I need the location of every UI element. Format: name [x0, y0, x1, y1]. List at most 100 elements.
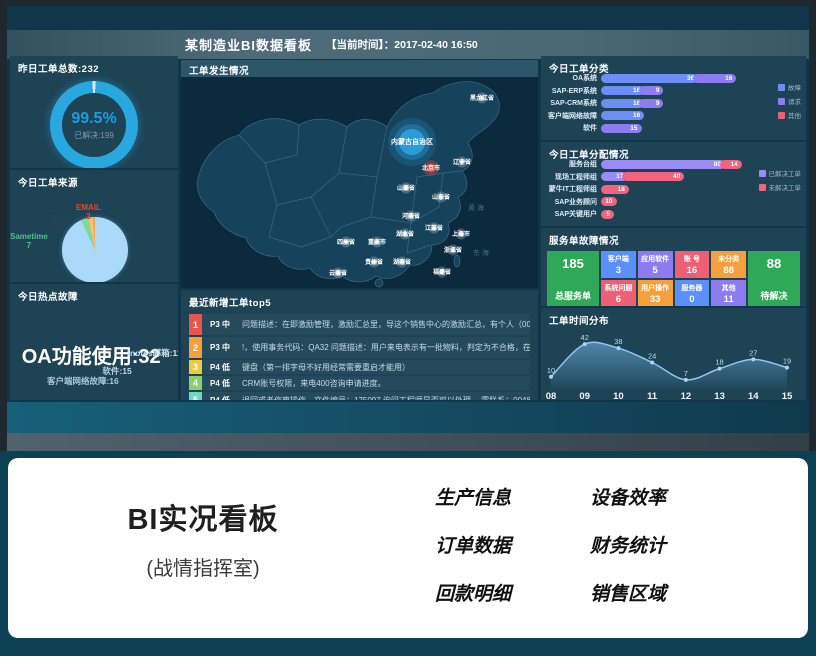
brand-subtitle: (战情指挥室) — [78, 552, 328, 581]
top5-list-item[interactable]: 5P4 低退回或者作废操作。文件编号：175097 询问工程师是否可以处理。 需… — [189, 392, 530, 400]
svg-text:福建省: 福建省 — [432, 268, 451, 276]
fault-cell: 未分类88 — [711, 251, 746, 278]
bar-row: 服务台组8014 — [547, 159, 744, 169]
rank-badge: 4 — [189, 376, 202, 390]
bar-row-label: 蒙牛IT工程师组 — [547, 184, 601, 194]
bar-row-label: SAP-ERP系统 — [547, 86, 601, 96]
svg-text:09: 09 — [579, 391, 590, 400]
bar-row-label: SAP-CRM系统 — [547, 98, 601, 108]
bar-segment: 9 — [639, 86, 663, 95]
sea-label: 黄海 — [468, 203, 486, 212]
bar-row-label: 客户端网络故障 — [547, 111, 601, 121]
bar-segment: 16 — [693, 74, 736, 83]
resolved-count: 已解决:199 — [74, 130, 114, 141]
pie-slice-name: 其他 — [50, 214, 66, 223]
bar-track: 169 — [601, 99, 744, 108]
bar-track: 1740 — [601, 172, 744, 181]
china-map-canvas[interactable]: 黄海东海 黑龙江省内蒙古自治区北京市辽宁省山西省山东省河南省江苏省湖北省上海市四… — [181, 77, 538, 288]
menu-item[interactable]: 回款明细 — [435, 579, 590, 606]
svg-text:7: 7 — [684, 369, 688, 378]
top5-list-item[interactable]: 2P3 中!，使用事务代码：QA32 问题描述：用户来电表示有一批物料，判定为不… — [189, 337, 530, 358]
pie-slice-label: Sametime7 — [10, 232, 48, 250]
svg-text:湖南省: 湖南省 — [393, 258, 411, 266]
menu-item[interactable]: 设备效率 — [590, 483, 745, 510]
svg-text:内蒙古自治区: 内蒙古自治区 — [391, 137, 433, 146]
svg-text:08: 08 — [546, 391, 557, 400]
fault-cell: 用户操作33 — [638, 280, 673, 306]
classify-legend: 故障请求其他 — [778, 82, 801, 120]
legend-label: 已解决工单 — [769, 168, 802, 178]
bar-track: 15 — [601, 124, 744, 133]
dashboard-screenshot-frame: 某制造业BI数据看板 【当前时间】：2017-02-40 16:50 昨日工单总… — [0, 0, 816, 457]
bar-track: 8014 — [601, 160, 744, 169]
fault-cell-value: 16 — [687, 265, 698, 276]
svg-text:42: 42 — [581, 333, 589, 342]
map-taiwan — [454, 255, 460, 267]
bar-row: 现场工程师组1740 — [547, 172, 744, 182]
bar-track: 169 — [601, 86, 744, 95]
legend-swatch — [759, 170, 766, 177]
panel-ticket-assign: 今日工单分配情况 服务台组8014现场工程师组1740蒙牛IT工程师组18SAP… — [541, 142, 806, 226]
rank-badge: 5 — [189, 392, 202, 400]
menu-item[interactable]: 财务统计 — [590, 531, 745, 558]
menu-item[interactable]: 生产信息 — [435, 483, 590, 510]
hotspot-word-cloud: OA功能使用:32Inotes邮箱:11软件:15客户端网络故障:16 — [10, 305, 178, 400]
footer-feature-menu: 生产信息设备效率订单数据财务统计回款明细销售区域 — [435, 472, 745, 616]
top5-list-item[interactable]: 1P3 中问题描述：在即激励管理，激励汇总里，导这个销售中心的激励汇总，有个人（… — [189, 314, 530, 335]
svg-text:山东省: 山东省 — [432, 193, 450, 201]
legend-item: 故障 — [778, 82, 801, 92]
fault-cell: 系统问题6 — [601, 280, 636, 306]
ticket-description: 退回或者作废操作。文件编号：175097 询问工程师是否可以处理。 需联系：00… — [238, 395, 530, 401]
panel-ticket-source-title: 今日工单来源 — [10, 170, 178, 191]
bar-row-label: 服务台组 — [547, 159, 601, 169]
fault-cell-label: 服务器 — [681, 283, 702, 293]
menu-item[interactable]: 销售区域 — [590, 579, 745, 606]
fault-summary-label: 总服务单 — [555, 289, 591, 302]
legend-label: 未解决工单 — [769, 182, 802, 192]
legend-swatch — [778, 84, 785, 91]
pie-slice-label: EMAIL2 — [76, 203, 101, 221]
legend-label: 其他 — [788, 110, 801, 120]
svg-text:辽宁省: 辽宁省 — [453, 158, 471, 166]
svg-text:14: 14 — [748, 391, 759, 400]
panel-time-title: 工单时间分布 — [541, 308, 806, 329]
donut-center-text: 99.5% 已解决:199 — [50, 81, 138, 168]
priority-label: P4 低 — [202, 362, 238, 373]
fault-cell: 客户端3 — [601, 251, 636, 278]
bar-row-label: OA系统 — [547, 73, 601, 83]
panel-ticket-source: 今日工单来源 电话172Sametime7其他4EMAIL2 — [10, 170, 178, 282]
bar-row: 软件15 — [547, 123, 744, 133]
panel-fault-title: 服务单故障情况 — [541, 228, 806, 249]
svg-text:云南省: 云南省 — [329, 269, 347, 277]
priority-label: P4 低 — [202, 395, 238, 401]
fault-cell-label: 用户操作 — [641, 283, 669, 293]
legend-label: 请求 — [788, 96, 801, 106]
rank-badge: 3 — [189, 360, 202, 374]
bar-track: 18 — [601, 185, 744, 194]
svg-text:13: 13 — [714, 391, 725, 400]
panel-hotspot-title: 今日热点故障 — [10, 284, 178, 305]
ticket-description: 问题描述：在即激励管理，激励汇总里，导这个销售中心的激励汇总，有个人（00040… — [238, 319, 530, 330]
svg-text:北京市: 北京市 — [422, 164, 440, 172]
menu-item[interactable]: 订单数据 — [435, 531, 590, 558]
bar-segment: 16 — [601, 111, 644, 120]
panel-hotspot-faults: 今日热点故障 OA功能使用:32Inotes邮箱:11软件:15客户端网络故障:… — [10, 284, 178, 400]
fault-cell: 服务器0 — [675, 280, 710, 306]
hotspot-word: 客户端网络故障:16 — [47, 375, 119, 387]
panel-yesterday-total: 昨日工单总数:232 99.5% 已解决:199 — [10, 56, 178, 168]
bar-track: 16 — [601, 111, 744, 120]
top5-list-item[interactable]: 3P4 低键盘（第一排字母不好用经常需要重启才能用） — [189, 360, 530, 374]
fault-cell-value: 11 — [724, 294, 734, 305]
bar-row-label: SAP业务顾问 — [547, 197, 601, 207]
bar-segment: 80 — [601, 160, 725, 169]
svg-text:11: 11 — [647, 391, 658, 400]
footer-brand: BI实况看板 (战情指挥室) — [78, 496, 328, 581]
top5-list-item[interactable]: 4P4 低CRM账号权限，来电400咨询申请进度。 — [189, 376, 530, 390]
fault-summary-label: 待解决 — [760, 289, 787, 302]
assign-legend: 已解决工单未解决工单 — [759, 168, 802, 192]
fault-cell-value: 3 — [616, 265, 621, 276]
bar-row: OA系统3616 — [547, 73, 744, 83]
resolved-donut-chart: 99.5% 已解决:199 — [50, 81, 138, 168]
sea-label: 东海 — [473, 248, 491, 257]
svg-text:18: 18 — [715, 358, 723, 367]
